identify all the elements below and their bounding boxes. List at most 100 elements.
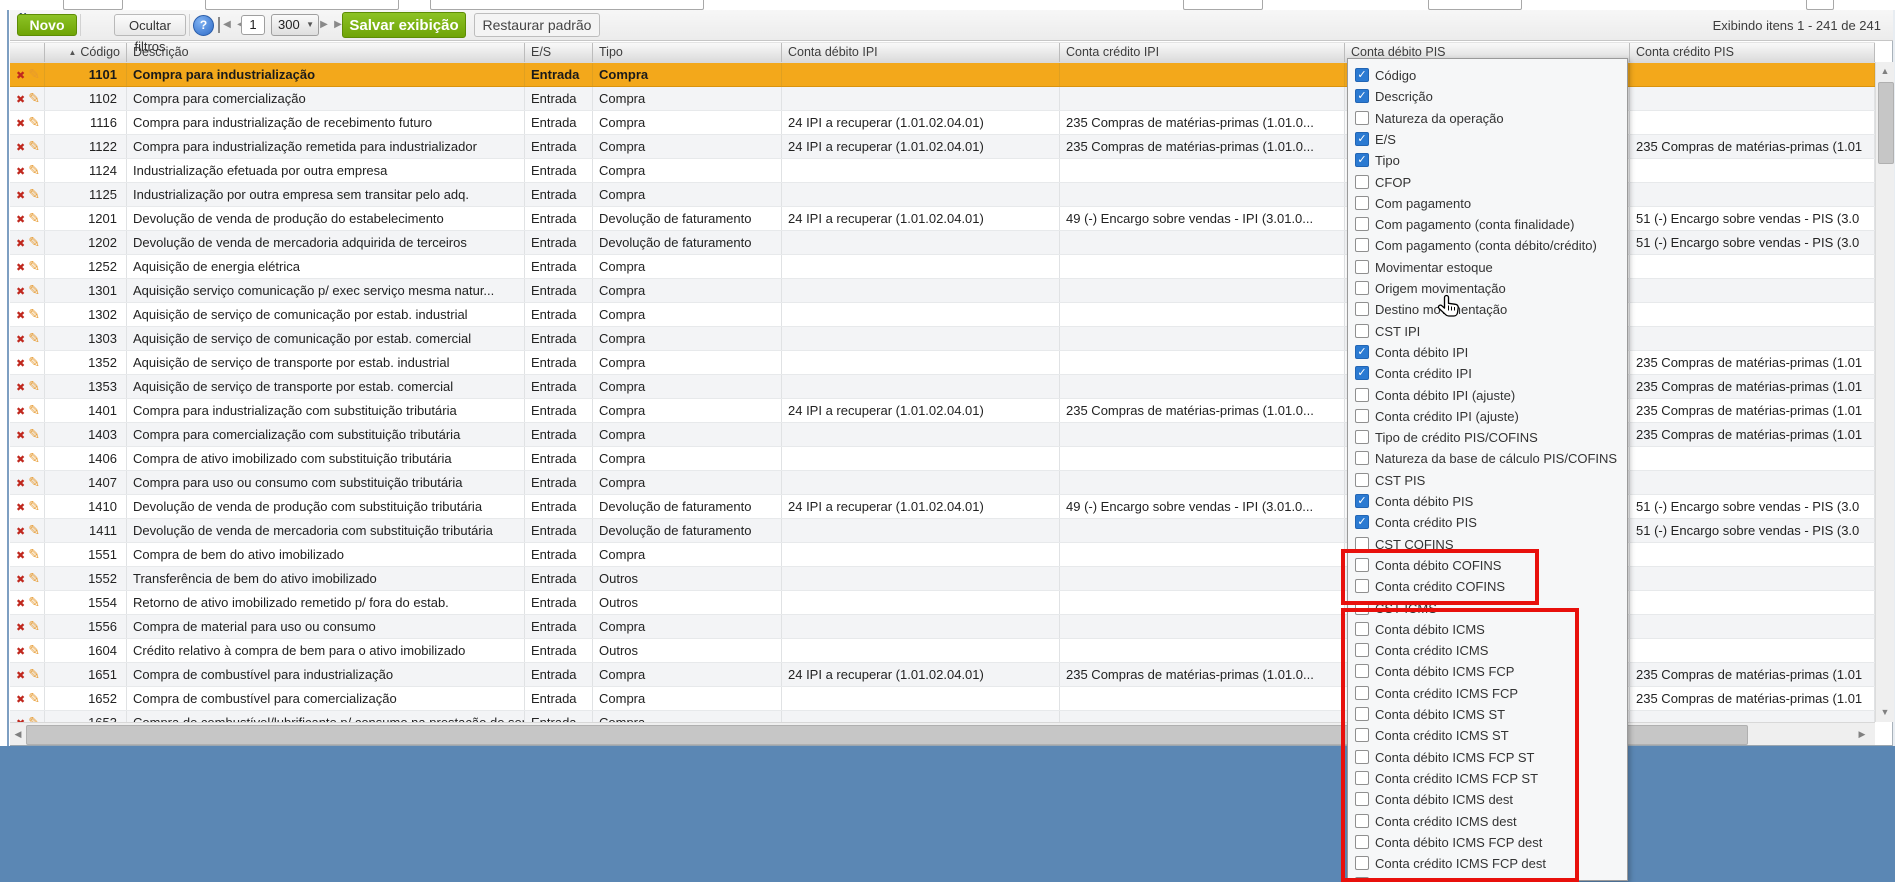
scroll-down-icon[interactable]: ▼: [1876, 704, 1894, 720]
delete-icon[interactable]: ✖: [16, 142, 25, 154]
edit-icon[interactable]: ✎: [28, 351, 40, 374]
clipped-filter-input[interactable]: [1428, 0, 1522, 10]
checkbox-unchecked-icon[interactable]: [1355, 451, 1369, 466]
checkbox-unchecked-icon[interactable]: [1355, 238, 1369, 253]
edit-icon[interactable]: ✎: [28, 159, 40, 182]
save-view-button[interactable]: Salvar exibição: [342, 12, 466, 38]
help-icon[interactable]: ?: [193, 15, 214, 36]
checkbox-unchecked-icon[interactable]: [1355, 174, 1369, 189]
column-menu-item[interactable]: ✓ Código: [1348, 65, 1627, 86]
delete-icon[interactable]: ✖: [16, 382, 25, 394]
column-header-tipo[interactable]: Tipo: [593, 43, 782, 62]
scroll-left-icon[interactable]: ◀: [11, 723, 25, 745]
column-menu-item[interactable]: Origem movimentação: [1348, 278, 1627, 299]
column-menu-item[interactable]: ✓ Descrição: [1348, 86, 1627, 107]
checkbox-unchecked-icon[interactable]: [1355, 195, 1369, 210]
column-menu-item[interactable]: ✓ Conta crédito IPI: [1348, 363, 1627, 384]
column-header-conta_debito_ipi[interactable]: Conta débito IPI: [782, 43, 1060, 62]
delete-icon[interactable]: ✖: [16, 670, 25, 682]
scroll-up-icon[interactable]: ▲: [1876, 63, 1894, 79]
edit-icon[interactable]: ✎: [28, 63, 40, 86]
checkbox-unchecked-icon[interactable]: [1355, 259, 1369, 274]
edit-icon[interactable]: ✎: [28, 543, 40, 566]
checkbox-unchecked-icon[interactable]: [1355, 110, 1369, 125]
edit-icon[interactable]: ✎: [28, 111, 40, 134]
column-menu-item[interactable]: Conta débito IPI (ajuste): [1348, 385, 1627, 406]
checkbox-unchecked-icon[interactable]: [1355, 387, 1369, 402]
checkbox-checked-icon[interactable]: ✓: [1355, 153, 1369, 168]
checkbox-checked-icon[interactable]: ✓: [1355, 89, 1369, 104]
delete-icon[interactable]: ✖: [16, 406, 25, 418]
column-menu-item[interactable]: Destino movimentação: [1348, 299, 1627, 320]
clipped-filter-input[interactable]: [63, 0, 123, 10]
column-header-conta_credito_pis[interactable]: Conta crédito PIS: [1630, 43, 1875, 62]
delete-icon[interactable]: ✖: [16, 334, 25, 346]
page-size-select[interactable]: 300 ▼: [271, 14, 319, 36]
page-number-input[interactable]: 1: [241, 15, 265, 35]
next-page-button[interactable]: ▶: [317, 17, 331, 33]
checkbox-checked-icon[interactable]: ✓: [1355, 494, 1369, 508]
column-menu-item[interactable]: Tipo de crédito PIS/COFINS: [1348, 427, 1627, 448]
checkbox-unchecked-icon[interactable]: [1355, 408, 1369, 423]
clipped-filter-input[interactable]: [1183, 0, 1263, 10]
edit-icon[interactable]: ✎: [28, 327, 40, 350]
column-menu-item[interactable]: ✓ Conta débito PIS: [1348, 491, 1627, 512]
delete-icon[interactable]: ✖: [16, 454, 25, 466]
edit-icon[interactable]: ✎: [28, 375, 40, 398]
delete-icon[interactable]: ✖: [16, 478, 25, 490]
checkbox-unchecked-icon[interactable]: [1355, 472, 1369, 487]
delete-icon[interactable]: ✖: [16, 430, 25, 442]
delete-icon[interactable]: ✖: [16, 214, 25, 226]
delete-icon[interactable]: ✖: [16, 550, 25, 562]
delete-icon[interactable]: ✖: [16, 262, 25, 274]
delete-icon[interactable]: ✖: [16, 598, 25, 610]
delete-icon[interactable]: ✖: [16, 526, 25, 538]
edit-icon[interactable]: ✎: [28, 471, 40, 494]
first-page-button[interactable]: ◀: [218, 17, 234, 33]
column-menu-item[interactable]: CST IPI: [1348, 321, 1627, 342]
edit-icon[interactable]: ✎: [28, 423, 40, 446]
edit-icon[interactable]: ✎: [28, 183, 40, 206]
edit-icon[interactable]: ✎: [28, 663, 40, 686]
delete-icon[interactable]: ✖: [16, 310, 25, 322]
clipped-filter-input[interactable]: [430, 0, 704, 10]
delete-icon[interactable]: ✖: [16, 238, 25, 250]
checkbox-checked-icon[interactable]: ✓: [1355, 344, 1369, 359]
column-menu-item[interactable]: ✓ Conta crédito PIS: [1348, 512, 1627, 533]
edit-icon[interactable]: ✎: [28, 639, 40, 662]
vertical-scrollbar[interactable]: ▲ ▼: [1875, 62, 1894, 722]
edit-icon[interactable]: ✎: [28, 567, 40, 590]
edit-icon[interactable]: ✎: [28, 687, 40, 710]
checkbox-unchecked-icon[interactable]: [1355, 281, 1369, 295]
edit-icon[interactable]: ✎: [28, 279, 40, 302]
hide-filters-button[interactable]: Ocultar filtros: [114, 14, 186, 54]
edit-icon[interactable]: ✎: [28, 231, 40, 254]
edit-icon[interactable]: ✎: [28, 447, 40, 470]
edit-icon[interactable]: ✎: [28, 615, 40, 638]
column-menu-item[interactable]: Com pagamento (conta finalidade): [1348, 214, 1627, 235]
column-menu-item[interactable]: Natureza da base de cálculo PIS/COFINS: [1348, 448, 1627, 469]
column-header-conta_credito_ipi[interactable]: Conta crédito IPI: [1060, 43, 1345, 62]
new-button[interactable]: Novo: [17, 14, 77, 36]
edit-icon[interactable]: ✎: [28, 591, 40, 614]
checkbox-unchecked-icon[interactable]: [1355, 323, 1369, 338]
column-header-codigo[interactable]: ▲ Código: [45, 43, 127, 62]
delete-icon[interactable]: ✖: [16, 574, 25, 586]
delete-icon[interactable]: ✖: [16, 190, 25, 202]
checkbox-unchecked-icon[interactable]: [1355, 302, 1369, 317]
restore-default-button[interactable]: Restaurar padrão: [474, 13, 600, 37]
clipped-filter-input[interactable]: [1806, 0, 1834, 10]
checkbox-checked-icon[interactable]: ✓: [1355, 366, 1369, 381]
delete-icon[interactable]: ✖: [16, 286, 25, 298]
checkbox-unchecked-icon[interactable]: [1355, 430, 1369, 445]
delete-icon[interactable]: ✖: [16, 94, 25, 106]
column-menu-item[interactable]: ✓ E/S: [1348, 129, 1627, 150]
column-menu-item[interactable]: CFOP: [1348, 172, 1627, 193]
delete-icon[interactable]: ✖: [16, 166, 25, 178]
edit-icon[interactable]: ✎: [28, 207, 40, 230]
column-header-es[interactable]: E/S: [525, 43, 593, 62]
column-header-descricao[interactable]: Descrição: [127, 43, 525, 62]
checkbox-checked-icon[interactable]: ✓: [1355, 68, 1369, 82]
checkbox-unchecked-icon[interactable]: [1355, 217, 1369, 232]
edit-icon[interactable]: ✎: [28, 135, 40, 158]
